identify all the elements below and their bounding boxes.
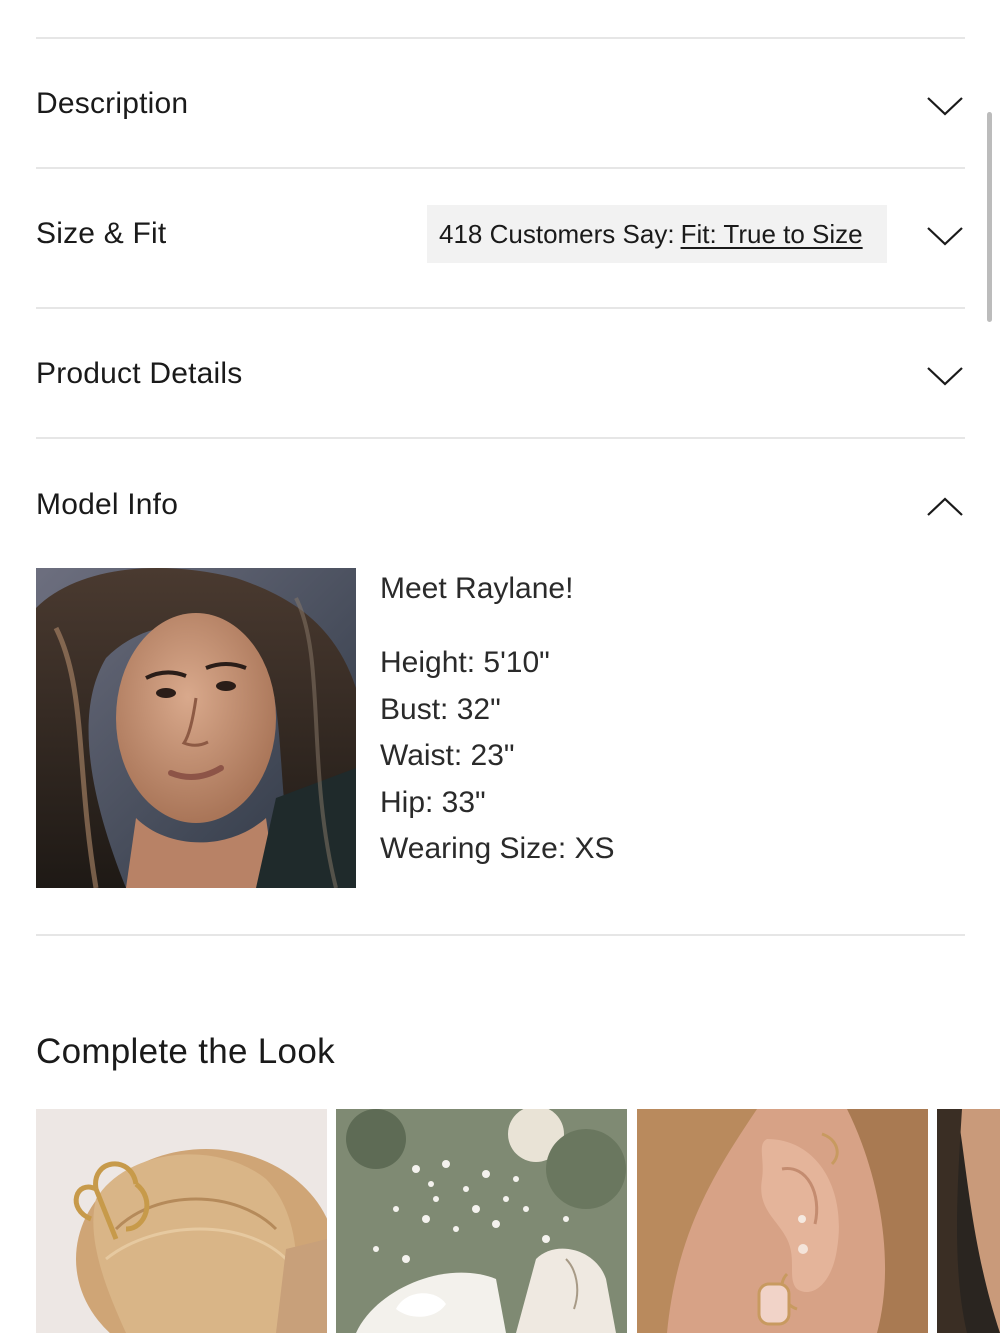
divider-top: [36, 37, 965, 39]
accordion-size-fit[interactable]: Size & Fit 418 Customers Say: Fit: True …: [36, 204, 965, 264]
chevron-down-icon[interactable]: [925, 364, 965, 388]
model-info-content: Meet Raylane! Height: 5'10" Bust: 32" Wa…: [380, 568, 615, 873]
accordion-description[interactable]: Description: [36, 74, 965, 134]
look-item-hair-clip[interactable]: [36, 1109, 327, 1333]
model-greeting: Meet Raylane!: [380, 572, 574, 605]
model-photo: [36, 568, 356, 888]
fit-summary-text: 418 Customers Say:: [439, 218, 675, 249]
model-wearing-size: Wearing Size: XS: [380, 832, 615, 865]
complete-the-look-title: Complete the Look: [36, 1032, 335, 1071]
accordion-size-fit-title: Size & Fit: [36, 217, 167, 250]
accordion-model-info[interactable]: Model Info: [36, 475, 965, 535]
chevron-down-icon[interactable]: [925, 94, 965, 118]
model-waist: Waist: 23": [380, 739, 515, 772]
page-scrollbar[interactable]: [987, 112, 992, 322]
accordion-model-info-title: Model Info: [36, 488, 179, 521]
chevron-up-icon[interactable]: [925, 495, 965, 519]
chevron-down-icon[interactable]: [925, 224, 965, 248]
divider-size-fit: [36, 307, 965, 309]
fit-summary-badge: 418 Customers Say: Fit: True to Size: [427, 205, 887, 263]
divider-product-details: [36, 437, 965, 439]
divider-model-info: [36, 934, 965, 936]
model-stats: Height: 5'10" Bust: 32" Waist: 23" Hip: …: [380, 640, 615, 873]
fit-true-to-size-link[interactable]: Fit: True to Size: [681, 219, 863, 250]
model-height: Height: 5'10": [380, 646, 550, 679]
accordion-description-title: Description: [36, 87, 189, 120]
model-bust: Bust: 32": [380, 692, 501, 726]
model-hip: Hip: 33": [380, 785, 486, 819]
divider-description: [36, 167, 965, 169]
accordion-product-details[interactable]: Product Details: [36, 344, 965, 404]
look-item-white-heels[interactable]: [336, 1109, 627, 1333]
look-item-partial[interactable]: [937, 1109, 1000, 1333]
look-item-earrings[interactable]: [637, 1109, 928, 1333]
accordion-product-details-title: Product Details: [36, 357, 243, 390]
